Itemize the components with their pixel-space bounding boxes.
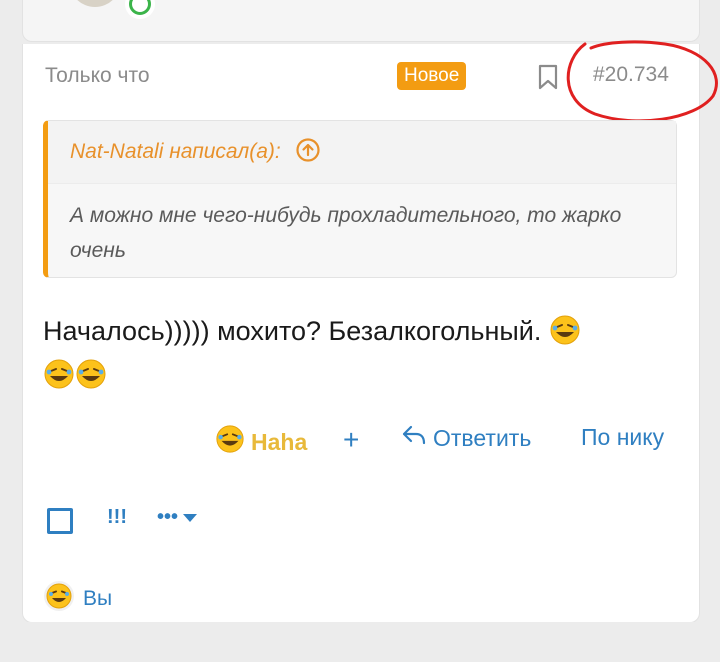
page-background (22, 622, 698, 662)
post-actions: Haha + Ответить По нику (23, 424, 699, 464)
quote-header: Nat-Natali написал(а): (48, 121, 676, 184)
add-reaction-button[interactable]: + (343, 424, 359, 456)
reactors-label: Вы (83, 586, 113, 610)
rofl-emoji-icon (43, 358, 75, 400)
mention-by-nick-button[interactable]: По нику (581, 424, 664, 451)
select-post-checkbox[interactable] (47, 508, 73, 534)
quote-block: Nat-Natali написал(а): А можно мне чего-… (43, 120, 677, 278)
report-button[interactable]: !!! (107, 506, 127, 529)
post-tools: !!! ••• (43, 504, 343, 538)
new-badge: Новое (397, 62, 467, 90)
more-label: ••• (157, 506, 179, 528)
reply-label: Ответить (433, 424, 532, 451)
avatar[interactable] (69, 0, 121, 7)
reply-icon (401, 424, 427, 452)
post-card: Только что Новое #20.734 Nat-Natali напи… (22, 40, 718, 623)
reaction-button[interactable]: Haha (215, 424, 307, 460)
reply-button[interactable]: Ответить (401, 424, 531, 452)
rofl-emoji-icon (75, 358, 107, 400)
quote-author[interactable]: Nat-Natali написал(а): (70, 140, 281, 164)
quote-text: А можно мне чего-нибудь прохладительного… (70, 204, 622, 262)
reaction-label: Haha (251, 428, 308, 455)
rofl-emoji-icon (549, 314, 581, 356)
reactions-summary[interactable]: Вы (43, 580, 112, 617)
rofl-emoji-icon (215, 424, 245, 460)
post-time[interactable]: Только что (45, 64, 150, 88)
jump-to-quote-icon[interactable] (295, 137, 321, 168)
post-message: Началось))))) мохито? Безалкогольный. (43, 312, 683, 400)
caret-down-icon (182, 506, 198, 529)
rofl-emoji-icon (43, 580, 75, 617)
online-status-icon (125, 0, 155, 19)
annotation-circle (566, 40, 718, 123)
message-text: Началось))))) мохито? Безалкогольный. (43, 316, 542, 346)
more-options-button[interactable]: ••• (157, 506, 198, 529)
